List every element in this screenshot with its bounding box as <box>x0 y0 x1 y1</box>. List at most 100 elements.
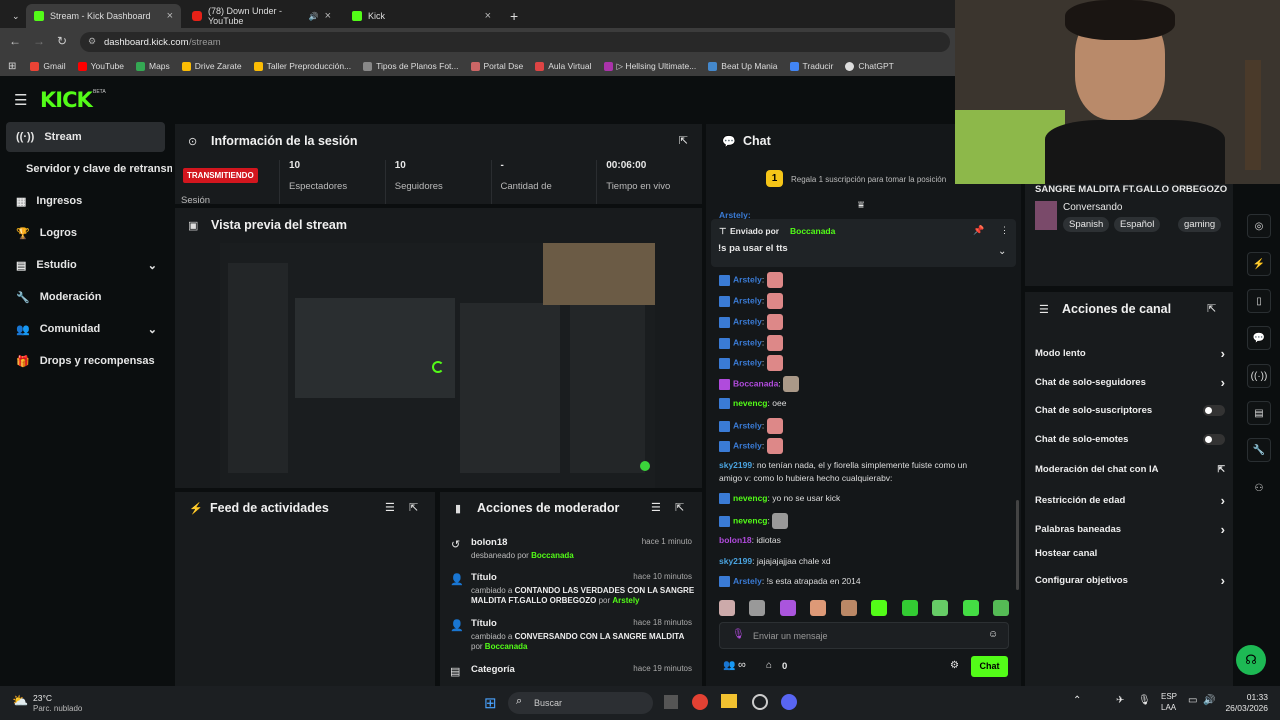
emote-icon[interactable] <box>962 600 979 616</box>
rail-document-icon[interactable]: ▯ <box>1247 289 1271 313</box>
popout-icon[interactable]: ⇱ <box>409 501 418 514</box>
discord-icon[interactable] <box>781 694 797 710</box>
chrome-icon[interactable] <box>692 694 708 710</box>
rail-wrench-icon[interactable]: 🔧 <box>1247 438 1271 462</box>
emoji-icon[interactable]: ☺ <box>988 629 998 640</box>
settings-gear-icon[interactable]: ⚙ <box>950 660 959 671</box>
unpin-icon[interactable]: 📌 <box>973 225 984 236</box>
bookmark-taller[interactable]: Taller Preproducción... <box>253 61 351 71</box>
users-icon[interactable]: 👥 <box>723 660 735 671</box>
volume-icon[interactable]: 🔊 <box>1203 695 1215 706</box>
clock-date[interactable]: 26/03/2026 <box>1220 703 1268 713</box>
rail-users-icon[interactable]: ⚇ <box>1247 476 1271 500</box>
chat-user[interactable]: nevencg <box>733 515 768 525</box>
tray-app-icon[interactable]: ✈ <box>1116 695 1124 706</box>
gift-badge[interactable]: 1 <box>766 170 783 187</box>
rail-broadcast-icon[interactable]: ((·)) <box>1247 364 1271 388</box>
filter-icon[interactable]: ☰ <box>385 501 395 514</box>
sidebar-item-comunidad[interactable]: 👥 Comunidad ⌄ <box>6 314 165 344</box>
tag-chip[interactable]: Español <box>1114 217 1161 232</box>
category-name[interactable]: Conversando <box>1063 202 1122 213</box>
sidebar-item-estudio[interactable]: ▤ Estudio ⌄ <box>6 250 165 280</box>
file-explorer-icon[interactable] <box>721 694 737 708</box>
tag-chip[interactable]: Spanish <box>1063 217 1110 232</box>
chat-user[interactable]: Boccanada <box>733 378 778 388</box>
popout-icon[interactable]: ⇱ <box>1207 302 1216 315</box>
emote-icon[interactable] <box>932 600 949 616</box>
channel-action-banned-words[interactable]: Palabras baneadas › <box>1035 522 1225 537</box>
apps-grid-icon[interactable]: ⊞ <box>8 61 16 72</box>
chat-user[interactable]: bolon18 <box>719 535 752 545</box>
tab-list-button[interactable]: ⌄ <box>4 4 24 28</box>
chat-user[interactable]: Arstely <box>733 316 762 326</box>
channel-action-host[interactable]: Hostear canal <box>1035 548 1225 559</box>
kick-logo[interactable]: KICK <box>40 88 93 112</box>
obs-icon[interactable] <box>752 694 768 710</box>
rail-chat-icon[interactable]: 💬 <box>1247 326 1271 350</box>
bookmark-portal[interactable]: Portal Dse <box>470 61 523 71</box>
close-tab-icon[interactable]: × <box>325 10 331 22</box>
emotes-only-toggle[interactable] <box>1203 434 1225 445</box>
language-code[interactable]: ESP <box>1161 692 1177 701</box>
emote-icon[interactable] <box>719 600 735 616</box>
rail-layout-icon[interactable]: ▤ <box>1247 401 1271 425</box>
task-view-icon[interactable] <box>664 695 678 709</box>
chat-user[interactable]: Arstely <box>733 295 762 305</box>
bookmark-maps[interactable]: Maps <box>136 61 170 71</box>
tab-kick-dashboard[interactable]: Stream - Kick Dashboard × <box>26 4 181 28</box>
chat-scrollbar[interactable] <box>1016 500 1019 590</box>
stream-preview-video[interactable] <box>220 243 655 488</box>
rail-camera-icon[interactable]: ◎ <box>1247 214 1271 238</box>
sidebar-item-moderacion[interactable]: 🔧 Moderación <box>6 282 165 312</box>
channel-action-age-restriction[interactable]: Restricción de edad › <box>1035 493 1225 508</box>
mod-action-user[interactable]: Arstely <box>612 596 639 605</box>
emote-icon[interactable] <box>871 600 888 616</box>
close-tab-icon[interactable]: × <box>167 10 173 22</box>
store-icon[interactable]: ⌂ <box>766 660 772 671</box>
subs-only-toggle[interactable] <box>1203 405 1225 416</box>
bookmark-gmail[interactable]: Gmail <box>30 61 66 71</box>
tab-kick[interactable]: Kick × <box>344 4 499 28</box>
rail-lightning-icon[interactable]: ⚡ <box>1247 252 1271 276</box>
chat-input[interactable]: 🎙 Enviar un mensaje ☺ <box>719 622 1009 649</box>
close-tab-icon[interactable]: × <box>485 10 491 22</box>
bookmark-hellsing[interactable]: ▷ Hellsing Ultimate... <box>603 61 696 72</box>
category-thumbnail[interactable] <box>1035 201 1057 230</box>
channel-action-slow-mode[interactable]: Modo lento › <box>1035 346 1225 361</box>
mod-action-user[interactable]: Boccanada <box>531 551 574 560</box>
emote-icon[interactable] <box>749 600 766 616</box>
tag-chip[interactable]: gaming <box>1178 217 1222 232</box>
network-icon[interactable]: ▭ <box>1188 695 1197 706</box>
support-headset-icon[interactable]: ☊ <box>1236 645 1266 675</box>
more-icon[interactable]: ⋮ <box>1000 225 1009 236</box>
chevron-down-icon[interactable]: ⌄ <box>998 246 1006 257</box>
emote-icon[interactable] <box>779 600 796 616</box>
tray-chevron-icon[interactable]: ⌃ <box>1073 695 1081 706</box>
filter-icon[interactable]: ☰ <box>651 501 661 514</box>
chat-user[interactable]: Arstely <box>733 274 762 284</box>
forward-icon[interactable]: → <box>33 34 45 48</box>
mod-action-user[interactable]: Boccanada <box>485 642 528 651</box>
sidebar-item-stream[interactable]: ((·)) Stream <box>6 122 165 152</box>
popout-icon[interactable]: ⇱ <box>679 134 688 147</box>
bookmark-traducir[interactable]: Traducir <box>789 61 833 71</box>
site-info-icon[interactable]: ⚙ <box>88 36 96 47</box>
emote-icon[interactable] <box>840 600 857 616</box>
channel-action-ai-moderation[interactable]: Moderación del chat con IA ⇱ <box>1035 464 1225 475</box>
url-field[interactable]: ⚙ dashboard.kick.com /stream <box>80 32 950 52</box>
reload-icon[interactable]: ↻ <box>57 34 67 48</box>
chat-user[interactable]: sky2199 <box>719 460 752 470</box>
emote-icon[interactable] <box>992 600 1009 616</box>
bookmark-aula[interactable]: Aula Virtual <box>535 61 592 71</box>
weather-icon[interactable]: ⛅ <box>12 693 28 709</box>
emote-icon[interactable] <box>810 600 827 616</box>
emote-icon[interactable] <box>901 600 918 616</box>
bookmark-beatup[interactable]: Beat Up Mania <box>708 61 778 71</box>
bookmark-youtube[interactable]: YouTube <box>77 61 124 71</box>
sidebar-item-server-key[interactable]: Servidor y clave de retransmisión <box>6 154 172 184</box>
sidebar-item-drops[interactable]: 🎁 Drops y recompensas <box>6 346 165 376</box>
chat-user[interactable]: Arstely <box>733 440 762 450</box>
bookmark-planos[interactable]: Tipos de Planos Fot... <box>363 61 459 71</box>
chat-user[interactable]: Arstely <box>733 357 762 367</box>
pinned-user[interactable]: Boccanada <box>790 226 835 236</box>
